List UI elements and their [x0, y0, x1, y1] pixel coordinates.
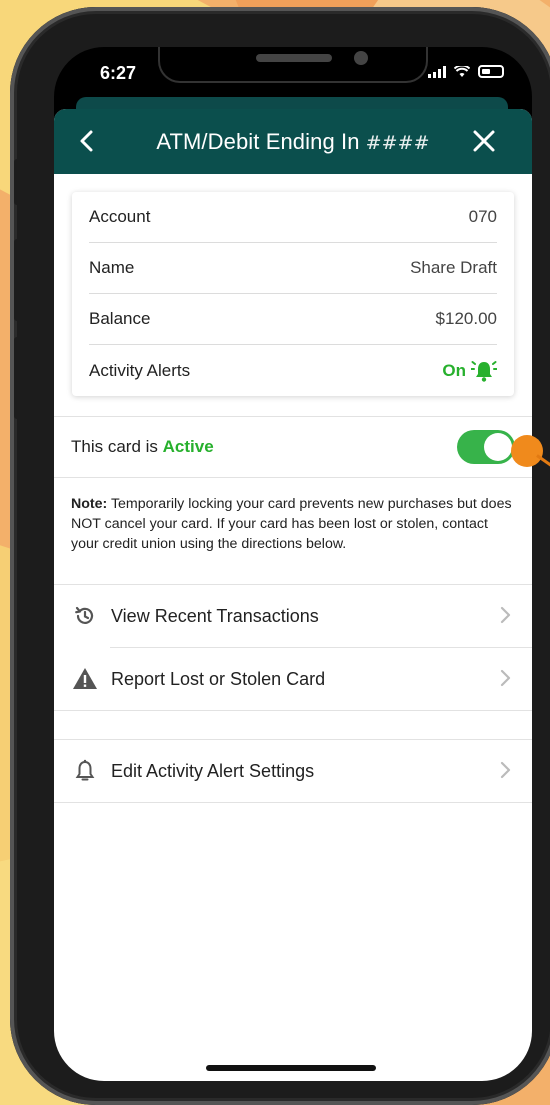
name-value: Share Draft	[410, 258, 497, 277]
account-label: Account	[89, 207, 151, 226]
account-summary-card: Account 070 Name Share Draft Balance $12…	[72, 192, 514, 396]
view-recent-transactions-label: View Recent Transactions	[111, 605, 319, 626]
balance-value: $120.00	[435, 309, 497, 328]
name-row: Name Share Draft	[89, 243, 497, 294]
edit-alert-settings-label: Edit Activity Alert Settings	[111, 760, 315, 781]
wifi-icon	[454, 65, 470, 77]
toggle-knob	[484, 433, 512, 461]
phone-frame: 6:27 ATM/Debit Ending In #### Account 07…	[10, 7, 550, 1105]
note-lead: Note:	[71, 496, 108, 512]
home-indicator	[206, 1065, 376, 1071]
masked-card-number: ####	[365, 131, 430, 154]
card-status-text: This card is Active	[71, 437, 214, 457]
close-icon[interactable]	[472, 129, 496, 153]
view-recent-transactions-item[interactable]: View Recent Transactions	[54, 585, 532, 647]
status-icons	[428, 65, 504, 78]
bell-icon	[72, 758, 98, 784]
bell-ringing-icon	[471, 360, 497, 382]
activity-alerts-label: Activity Alerts	[89, 360, 191, 380]
back-icon[interactable]	[76, 129, 100, 153]
edit-alert-settings-item[interactable]: Edit Activity Alert Settings	[54, 740, 532, 802]
status-time: 6:27	[100, 63, 137, 83]
header-bar: ATM/Debit Ending In ####	[54, 109, 532, 174]
report-lost-stolen-item[interactable]: Report Lost or Stolen Card	[54, 648, 532, 710]
balance-row: Balance $120.00	[89, 294, 497, 345]
volume-up-button	[14, 239, 22, 321]
menu-divider	[54, 802, 532, 803]
page-title: ATM/Debit Ending In ####	[156, 129, 429, 155]
note-text: Temporarily locking your card prevents n…	[71, 496, 512, 552]
lock-note: Note: Temporarily locking your card prev…	[54, 478, 532, 585]
activity-alerts-status: On	[442, 359, 497, 383]
notch	[158, 47, 428, 83]
account-value: 070	[468, 207, 497, 226]
activity-alerts-row[interactable]: Activity Alerts On	[89, 345, 497, 396]
callout-pointer-dot	[511, 435, 543, 467]
page-title-text: ATM/Debit Ending In	[156, 128, 360, 154]
name-label: Name	[89, 258, 135, 277]
battery-icon	[478, 65, 504, 78]
report-lost-stolen-label: Report Lost or Stolen Card	[111, 668, 326, 689]
chevron-right-icon	[500, 606, 511, 624]
volume-down-button	[14, 337, 22, 419]
signal-icon	[428, 65, 446, 78]
chevron-right-icon	[500, 761, 511, 779]
card-status-prefix: This card is	[71, 437, 158, 456]
card-detail-sheet: ATM/Debit Ending In #### Account 070 Name…	[54, 109, 532, 1081]
activity-alerts-value: On	[442, 360, 466, 380]
warning-icon	[72, 666, 98, 692]
speaker	[256, 54, 332, 62]
balance-label: Balance	[89, 309, 151, 328]
card-status-state: Active	[162, 437, 214, 456]
phone-screen: 6:27 ATM/Debit Ending In #### Account 07…	[54, 47, 532, 1081]
account-row: Account 070	[89, 192, 497, 243]
chevron-right-icon	[500, 669, 511, 687]
front-camera	[354, 51, 368, 65]
card-status-row: This card is Active	[54, 416, 532, 478]
history-icon	[72, 603, 98, 629]
mute-switch	[14, 159, 22, 205]
card-active-toggle[interactable]	[457, 430, 515, 464]
